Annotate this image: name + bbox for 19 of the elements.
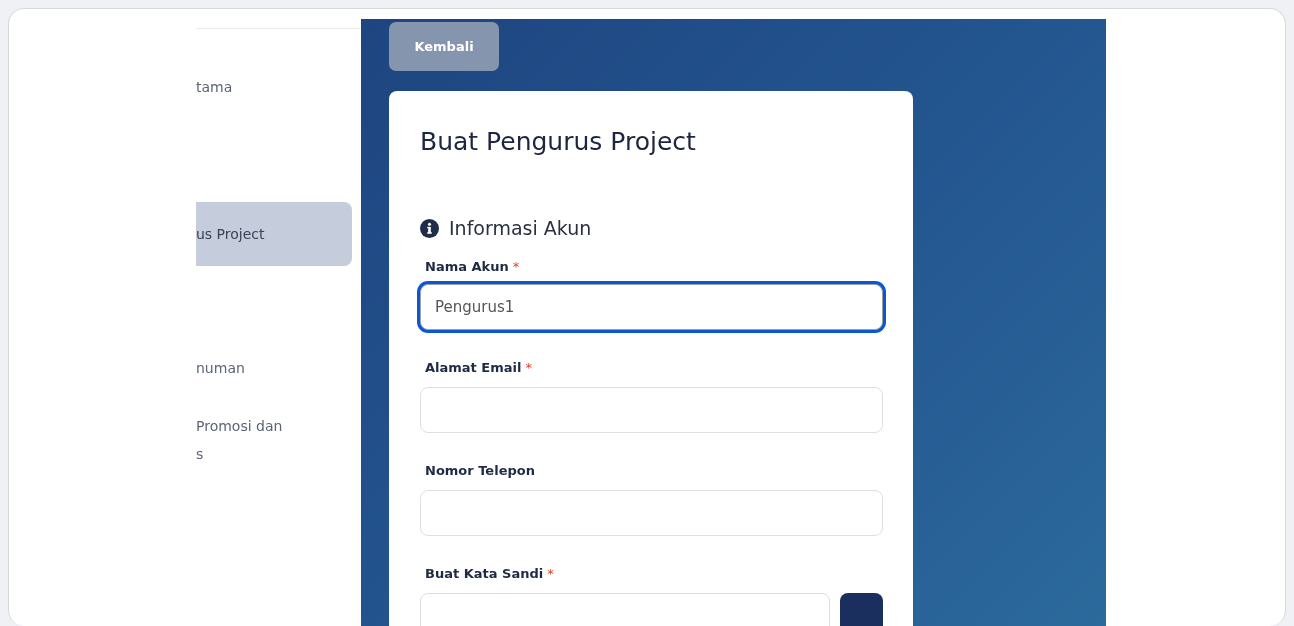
sidebar-item[interactable]: us Project [196,202,352,266]
input-field[interactable] [420,593,830,626]
field-label: Nomor Telepon [425,463,535,479]
input-field[interactable] [420,387,883,433]
required-mark: * [525,360,532,376]
sidebar-item[interactable]: tama [196,73,352,101]
field-label: Nama Akun [425,259,509,275]
info-icon [420,218,439,238]
field-label: Alamat Email [425,360,522,376]
form-title: Buat Pengurus Project [420,127,697,157]
section-heading: Informasi Akun [449,217,592,239]
sidebar-item[interactable]: Promosi dan s [196,412,352,468]
required-mark: * [547,566,554,582]
side-button[interactable] [840,593,883,626]
input-field[interactable]: Pengurus1 [420,284,883,330]
field-label: Buat Kata Sandi [425,566,544,582]
input-field[interactable] [420,490,883,536]
required-mark: * [512,259,520,275]
sidebar-item[interactable]: numan [196,354,352,382]
